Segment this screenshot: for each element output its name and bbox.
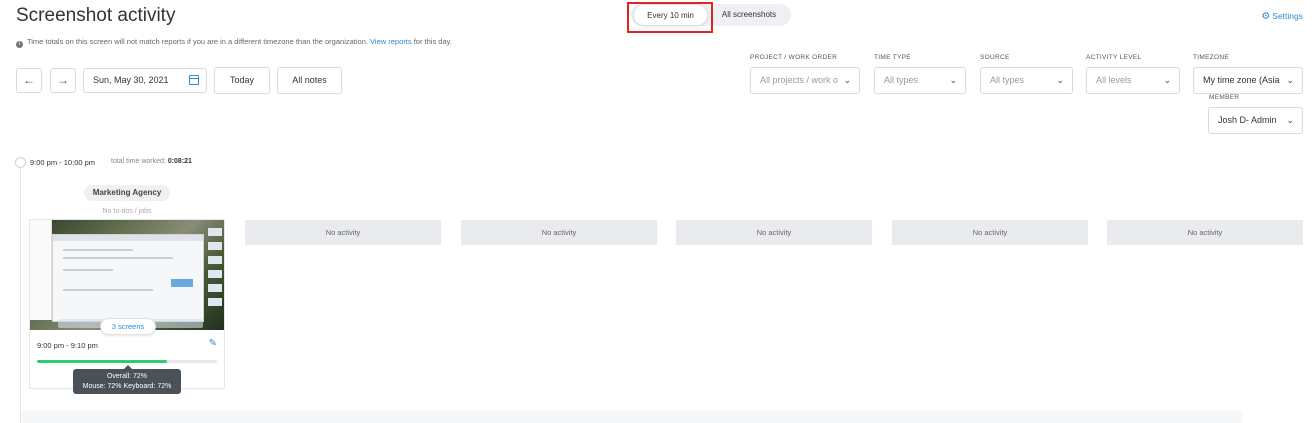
notice-text: Time totals on this screen will not matc…: [26, 37, 368, 46]
settings-link[interactable]: ⚙ Settings: [1261, 11, 1303, 22]
member-filter-select[interactable]: Josh D- Admin ⌄: [1208, 107, 1303, 134]
every-10-min-button[interactable]: Every 10 min: [633, 4, 708, 26]
chevron-down-icon: ⌄: [843, 75, 851, 85]
thumbnail-window: [52, 234, 204, 322]
timeline-dot: [15, 157, 26, 168]
activity-bar: [37, 360, 217, 363]
view-reports-link[interactable]: View reports: [370, 37, 412, 46]
activity-tooltip: Overall: 72% Mouse: 72% Keyboard: 72%: [73, 365, 181, 394]
total-time-value: 0:08:21: [167, 158, 192, 165]
project-badge: Marketing Agency: [84, 185, 170, 201]
all-notes-button[interactable]: All notes: [277, 67, 342, 94]
pencil-icon[interactable]: ✎: [209, 338, 217, 349]
thumbnail-line: [63, 257, 173, 259]
hour-range: 9:00 pm - 10:00 pm: [30, 158, 96, 167]
view-toggle: Every 10 min All screenshots: [631, 4, 791, 26]
timezone-filter-value: My time zone (Asia: [1203, 75, 1280, 85]
member-filter-value: Josh D- Admin: [1218, 115, 1277, 125]
date-value: Sun, May 30, 2021: [93, 75, 169, 85]
screenshot-time: 9:00 pm - 9:10 pm: [37, 341, 98, 350]
page-title: Screenshot activity: [16, 5, 176, 26]
timezone-filter-label: TIMEZONE: [1193, 54, 1229, 61]
no-activity-slot: No activity: [1107, 220, 1303, 245]
tooltip-overall: Overall: 72%: [106, 373, 148, 380]
chevron-down-icon: ⌄: [1056, 75, 1064, 85]
no-activity-slot: No activity: [461, 220, 657, 245]
project-filter-value: All projects / work o: [760, 75, 839, 85]
chevron-down-icon: ⌄: [1286, 75, 1294, 85]
calendar-icon: [189, 75, 199, 85]
chevron-down-icon: ⌄: [1286, 115, 1294, 125]
project-filter-select[interactable]: All projects / work o ⌄: [750, 67, 860, 94]
todos-text: No to-dos / jobs: [102, 208, 152, 215]
prev-day-button[interactable]: ←: [16, 68, 42, 93]
chevron-down-icon: ⌄: [1163, 75, 1171, 85]
thumbnail-highlight: [171, 279, 193, 287]
all-screenshots-button[interactable]: All screenshots: [713, 4, 785, 26]
bottom-strip: [22, 411, 1242, 423]
thumbnail-line: [63, 249, 133, 251]
time-type-filter-label: TIME TYPE: [874, 54, 911, 61]
no-activity-slot: No activity: [676, 220, 872, 245]
tooltip-detail: Mouse: 72% Keyboard: 72%: [82, 383, 172, 390]
timezone-filter-select[interactable]: My time zone (Asia ⌄: [1193, 67, 1303, 94]
thumbnail-side-document: [30, 220, 52, 320]
screens-count-button[interactable]: 3 screens: [100, 318, 156, 335]
thumbnail-window-bar: [53, 235, 203, 241]
total-time-worked: total time worked: 0:08:21: [111, 158, 192, 165]
date-picker[interactable]: Sun, May 30, 2021: [83, 68, 207, 93]
chevron-down-icon: ⌄: [949, 75, 957, 85]
project-filter-label: PROJECT / WORK ORDER: [750, 54, 838, 61]
time-type-filter-value: All types: [884, 75, 919, 85]
screenshot-thumbnail[interactable]: [30, 220, 224, 330]
screenshot-card: 3 screens 9:00 pm - 9:10 pm ✎: [29, 219, 225, 389]
today-button[interactable]: Today: [214, 67, 270, 94]
thumbnail-line: [63, 269, 113, 271]
no-activity-slot: No activity: [245, 220, 441, 245]
timezone-notice: i Time totals on this screen will not ma…: [16, 37, 452, 48]
total-time-label: total time worked:: [111, 158, 166, 165]
source-filter-select[interactable]: All types ⌄: [980, 67, 1073, 94]
thumbnail-line: [63, 289, 153, 291]
thumbnail-desktop-icons: [208, 228, 222, 312]
time-type-filter-select[interactable]: All types ⌄: [874, 67, 966, 94]
activity-bar-fill: [37, 360, 167, 363]
activity-level-filter-value: All levels: [1096, 75, 1132, 85]
member-filter-label: MEMBER: [1209, 94, 1240, 101]
activity-level-filter-label: ACTIVITY LEVEL: [1086, 54, 1142, 61]
info-icon: i: [16, 41, 23, 48]
next-day-button[interactable]: →: [50, 68, 76, 93]
settings-label: Settings: [1272, 11, 1303, 21]
activity-level-filter-select[interactable]: All levels ⌄: [1086, 67, 1180, 94]
no-activity-slot: No activity: [892, 220, 1088, 245]
source-filter-value: All types: [990, 75, 1025, 85]
notice-suffix: for this day.: [413, 37, 452, 46]
gear-icon: ⚙: [1261, 11, 1271, 22]
timeline-line: [20, 167, 21, 423]
source-filter-label: SOURCE: [980, 54, 1010, 61]
